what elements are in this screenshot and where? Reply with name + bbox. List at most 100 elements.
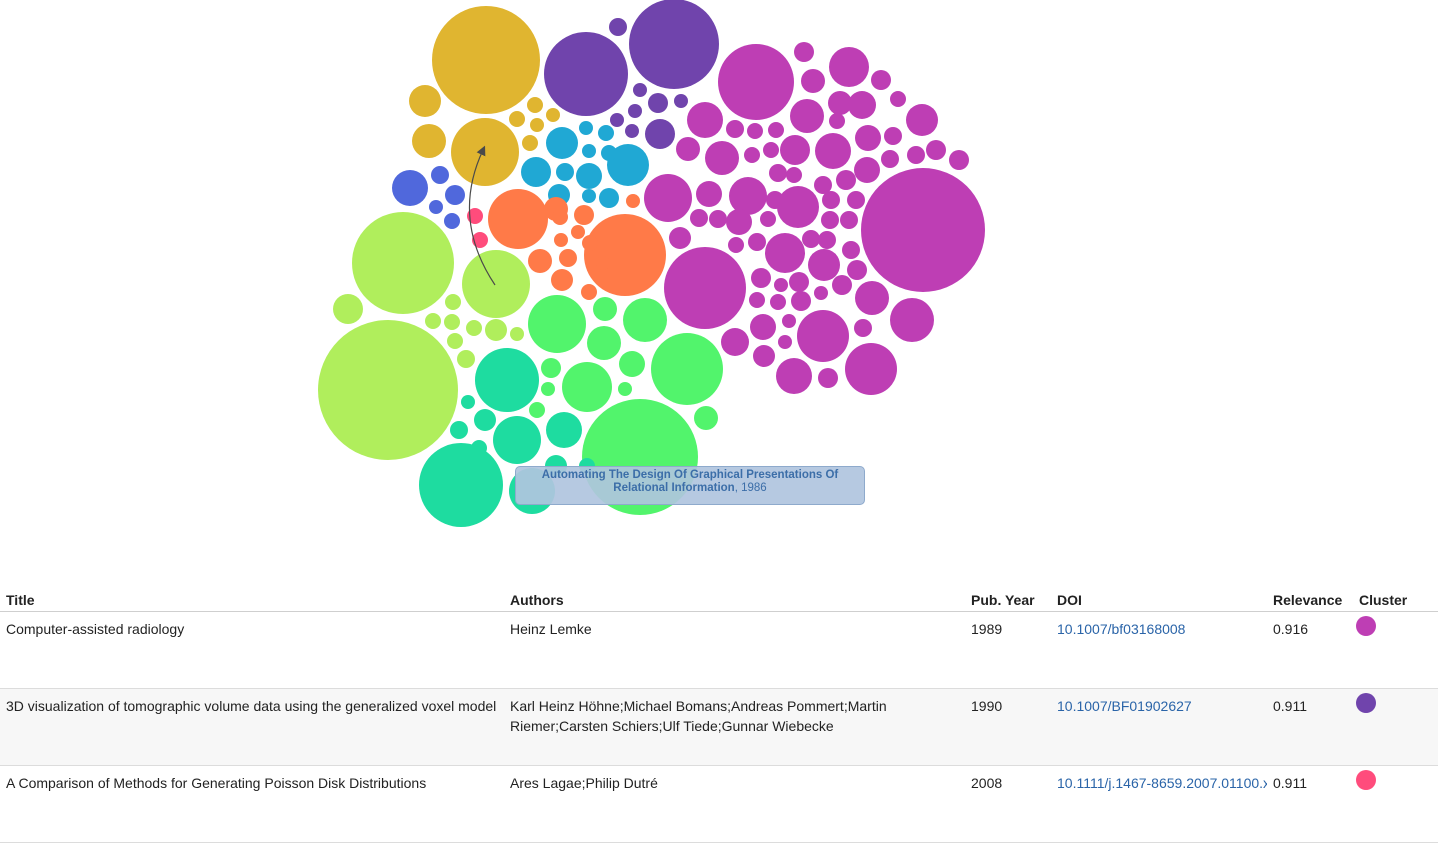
paper-bubble-teal[interactable] bbox=[474, 409, 496, 431]
paper-bubble-magenta[interactable] bbox=[777, 186, 819, 228]
paper-bubble-orange[interactable] bbox=[626, 194, 640, 208]
paper-bubble-teal[interactable] bbox=[461, 395, 475, 409]
paper-bubble-magenta[interactable] bbox=[832, 275, 852, 295]
paper-bubble-magenta[interactable] bbox=[782, 314, 796, 328]
paper-bubble-magenta[interactable] bbox=[907, 146, 925, 164]
paper-bubble-magenta[interactable] bbox=[821, 211, 839, 229]
column-header-doi[interactable]: DOI bbox=[1051, 588, 1267, 612]
paper-bubble-magenta[interactable] bbox=[808, 249, 840, 281]
paper-bubble-magenta[interactable] bbox=[690, 209, 708, 227]
paper-bubble-cyan[interactable] bbox=[576, 163, 602, 189]
paper-bubble-green[interactable] bbox=[651, 333, 723, 405]
paper-bubble-lime[interactable] bbox=[466, 320, 482, 336]
paper-bubble-magenta[interactable] bbox=[822, 191, 840, 209]
paper-bubble-magenta[interactable] bbox=[845, 343, 897, 395]
paper-bubble-magenta[interactable] bbox=[780, 135, 810, 165]
paper-bubble-magenta[interactable] bbox=[718, 44, 794, 120]
paper-bubble-lime[interactable] bbox=[485, 319, 507, 341]
paper-bubble-blue[interactable] bbox=[429, 200, 443, 214]
paper-bubble-gold[interactable] bbox=[530, 118, 544, 132]
paper-bubble-magenta[interactable] bbox=[884, 127, 902, 145]
paper-bubble-gold[interactable] bbox=[412, 124, 446, 158]
paper-bubble-green[interactable] bbox=[694, 406, 718, 430]
paper-bubble-orange[interactable] bbox=[559, 249, 577, 267]
paper-bubble-orange[interactable] bbox=[581, 284, 597, 300]
paper-bubble-blue[interactable] bbox=[431, 166, 449, 184]
paper-bubble-purple[interactable] bbox=[633, 83, 647, 97]
doi-link[interactable]: 10.1007/BF01902627 bbox=[1057, 698, 1192, 714]
paper-bubble-lime[interactable] bbox=[444, 314, 460, 330]
paper-bubble-magenta[interactable] bbox=[729, 177, 767, 215]
table-row[interactable]: 3D visualization of tomographic volume d… bbox=[0, 688, 1438, 766]
paper-bubble-blue[interactable] bbox=[392, 170, 428, 206]
paper-bubble-orange[interactable] bbox=[554, 233, 568, 247]
paper-bubble-magenta[interactable] bbox=[854, 319, 872, 337]
paper-bubble-gold[interactable] bbox=[527, 97, 543, 113]
paper-bubble-lime[interactable] bbox=[462, 250, 530, 318]
paper-bubble-magenta[interactable] bbox=[687, 102, 723, 138]
paper-bubble-green[interactable] bbox=[541, 358, 561, 378]
column-header-authors[interactable]: Authors bbox=[504, 588, 965, 612]
paper-bubble-purple[interactable] bbox=[674, 94, 688, 108]
paper-bubble-cyan[interactable] bbox=[582, 189, 596, 203]
paper-bubble-orange[interactable] bbox=[596, 256, 610, 270]
paper-bubble-magenta[interactable] bbox=[818, 368, 838, 388]
paper-bubble-green[interactable] bbox=[528, 295, 586, 353]
paper-bubble-magenta[interactable] bbox=[769, 164, 787, 182]
paper-bubble-cyan[interactable] bbox=[556, 163, 574, 181]
paper-bubble-lime[interactable] bbox=[457, 350, 475, 368]
paper-bubble-magenta[interactable] bbox=[855, 281, 889, 315]
paper-bubble-magenta[interactable] bbox=[770, 294, 786, 310]
paper-bubble-cyan[interactable] bbox=[599, 188, 619, 208]
paper-bubble-magenta[interactable] bbox=[776, 358, 812, 394]
paper-bubble-magenta[interactable] bbox=[890, 91, 906, 107]
paper-bubble-magenta[interactable] bbox=[669, 227, 691, 249]
paper-bubble-magenta[interactable] bbox=[696, 181, 722, 207]
column-header-title[interactable]: Title bbox=[0, 588, 504, 612]
paper-bubble-green[interactable] bbox=[593, 297, 617, 321]
paper-bubble-orange[interactable] bbox=[574, 205, 594, 225]
column-header-cluster[interactable]: Cluster bbox=[1353, 588, 1438, 612]
paper-bubble-magenta[interactable] bbox=[765, 233, 805, 273]
paper-bubble-magenta[interactable] bbox=[709, 210, 727, 228]
paper-bubble-magenta[interactable] bbox=[836, 170, 856, 190]
paper-bubble-purple[interactable] bbox=[625, 124, 639, 138]
paper-bubble-magenta[interactable] bbox=[774, 278, 788, 292]
paper-bubble-magenta[interactable] bbox=[749, 292, 765, 308]
paper-bubble-purple[interactable] bbox=[629, 0, 719, 89]
paper-bubble-magenta[interactable] bbox=[801, 69, 825, 93]
paper-bubble-magenta[interactable] bbox=[797, 310, 849, 362]
column-header-year[interactable]: Pub. Year bbox=[965, 588, 1051, 612]
paper-bubble-green[interactable] bbox=[529, 402, 545, 418]
paper-bubble-orange[interactable] bbox=[582, 235, 598, 251]
paper-bubble-lime[interactable] bbox=[318, 320, 458, 460]
paper-bubble-magenta[interactable] bbox=[854, 157, 880, 183]
paper-bubble-magenta[interactable] bbox=[847, 191, 865, 209]
paper-bubble-magenta[interactable] bbox=[890, 298, 934, 342]
paper-bubble-purple[interactable] bbox=[648, 93, 668, 113]
paper-bubble-green[interactable] bbox=[562, 362, 612, 412]
paper-bubble-magenta[interactable] bbox=[768, 122, 784, 138]
paper-bubble-magenta[interactable] bbox=[802, 230, 820, 248]
paper-bubble-magenta[interactable] bbox=[789, 272, 809, 292]
paper-bubble-orange[interactable] bbox=[488, 189, 548, 249]
paper-bubble-cyan[interactable] bbox=[546, 127, 578, 159]
paper-bubble-lime[interactable] bbox=[447, 333, 463, 349]
paper-bubble-purple[interactable] bbox=[544, 32, 628, 116]
paper-bubble-magenta[interactable] bbox=[644, 174, 692, 222]
paper-bubble-magenta[interactable] bbox=[855, 125, 881, 151]
paper-bubble-magenta[interactable] bbox=[744, 147, 760, 163]
paper-bubble-blue[interactable] bbox=[445, 185, 465, 205]
paper-bubble-lime[interactable] bbox=[510, 327, 524, 341]
paper-bubble-purple[interactable] bbox=[645, 119, 675, 149]
paper-bubble-magenta[interactable] bbox=[726, 209, 752, 235]
paper-bubble-gold[interactable] bbox=[432, 6, 540, 114]
paper-bubble-magenta[interactable] bbox=[763, 142, 779, 158]
paper-bubble-magenta[interactable] bbox=[829, 113, 845, 129]
paper-bubble-magenta[interactable] bbox=[705, 141, 739, 175]
paper-bubble-cyan[interactable] bbox=[598, 125, 614, 141]
paper-bubble-magenta[interactable] bbox=[778, 335, 792, 349]
paper-bubble-magenta[interactable] bbox=[949, 150, 969, 170]
paper-bubble-gold[interactable] bbox=[546, 108, 560, 122]
paper-bubble-orange[interactable] bbox=[551, 269, 573, 291]
